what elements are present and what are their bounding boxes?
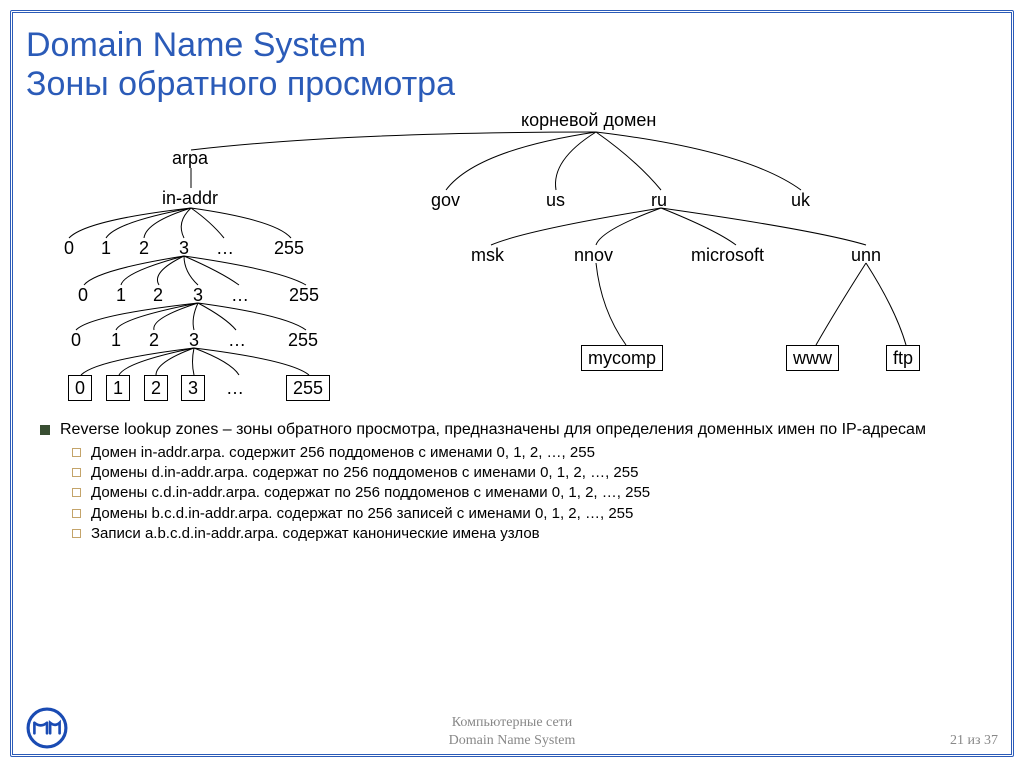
tld-ru: ru — [651, 190, 667, 210]
slide-title: Domain Name System Зоны обратного просмо… — [26, 26, 998, 104]
octet3-1: 1 — [111, 330, 121, 350]
sub-nnov: nnov — [574, 245, 613, 265]
octet1-3: 3 — [179, 238, 189, 258]
leaf-box-3: 3 — [181, 375, 205, 401]
bullet-hollow-icon — [72, 448, 81, 457]
page-number: 21 из 37 — [950, 733, 998, 749]
footer-line2: Domain Name System — [449, 732, 576, 750]
node-arpa: arpa — [172, 148, 208, 168]
bullet-hollow-icon — [72, 468, 81, 477]
octet3-dots: … — [228, 330, 246, 350]
leaf-mycomp: mycomp — [581, 345, 663, 371]
octet1-2: 2 — [139, 238, 149, 258]
octet3-255: 255 — [288, 330, 318, 350]
bullet-hollow-icon — [72, 529, 81, 538]
sub-bullet-1: Домены d.in-addr.arpa. содержат по 256 п… — [91, 464, 638, 482]
leaf-box-1: 1 — [106, 375, 130, 401]
octet2-dots: … — [231, 285, 249, 305]
footer: Компьютерные сети Domain Name System 21 … — [26, 707, 998, 749]
sub-bullet-3: Домены b.c.d.in-addr.arpa. содержат по 2… — [91, 505, 633, 523]
bullet-main: Reverse lookup zones – зоны обратного пр… — [60, 420, 926, 440]
leaf-box-0: 0 — [68, 375, 92, 401]
tld-uk: uk — [791, 190, 810, 210]
unn-logo-icon — [26, 707, 68, 749]
octet2-3: 3 — [193, 285, 203, 305]
leaf-www: www — [786, 345, 839, 371]
dns-tree-diagram: корневой домен arpa in-addr 0 1 2 3 … 25… — [26, 110, 956, 420]
sub-unn: unn — [851, 245, 881, 265]
sub-bullet-0: Домен in-addr.arpa. содержит 256 поддоме… — [91, 444, 595, 462]
octet2-0: 0 — [78, 285, 88, 305]
bullet-square-icon — [40, 425, 50, 435]
octet1-dots: … — [216, 238, 234, 258]
tld-gov: gov — [431, 190, 460, 210]
bullet-hollow-icon — [72, 509, 81, 518]
octet3-0: 0 — [71, 330, 81, 350]
bullet-list: Reverse lookup zones – зоны обратного пр… — [40, 420, 998, 543]
tld-us: us — [546, 190, 565, 210]
octet1-255: 255 — [274, 238, 304, 258]
sub-msk: msk — [471, 245, 504, 265]
node-inaddr: in-addr — [162, 188, 218, 208]
sub-microsoft: microsoft — [691, 245, 764, 265]
title-line2: Зоны обратного просмотра — [26, 65, 455, 103]
footer-line1: Компьютерные сети — [449, 714, 576, 732]
octet3-3: 3 — [189, 330, 199, 350]
root-label: корневой домен — [521, 110, 656, 130]
octet3-2: 2 — [149, 330, 159, 350]
octet2-2: 2 — [153, 285, 163, 305]
bullet-hollow-icon — [72, 488, 81, 497]
leaf-dots: … — [226, 378, 244, 398]
octet2-1: 1 — [116, 285, 126, 305]
leaf-box-255: 255 — [286, 375, 330, 401]
tree-lines — [26, 110, 956, 420]
sub-bullet-2: Домены c.d.in-addr.arpa. содержат по 256… — [91, 484, 650, 502]
octet1-1: 1 — [101, 238, 111, 258]
leaf-box-2: 2 — [144, 375, 168, 401]
octet1-0: 0 — [64, 238, 74, 258]
title-line1: Domain Name System — [26, 26, 366, 64]
octet2-255: 255 — [289, 285, 319, 305]
leaf-ftp: ftp — [886, 345, 920, 371]
sub-bullet-4: Записи a.b.c.d.in-addr.arpa. содержат ка… — [91, 525, 540, 543]
